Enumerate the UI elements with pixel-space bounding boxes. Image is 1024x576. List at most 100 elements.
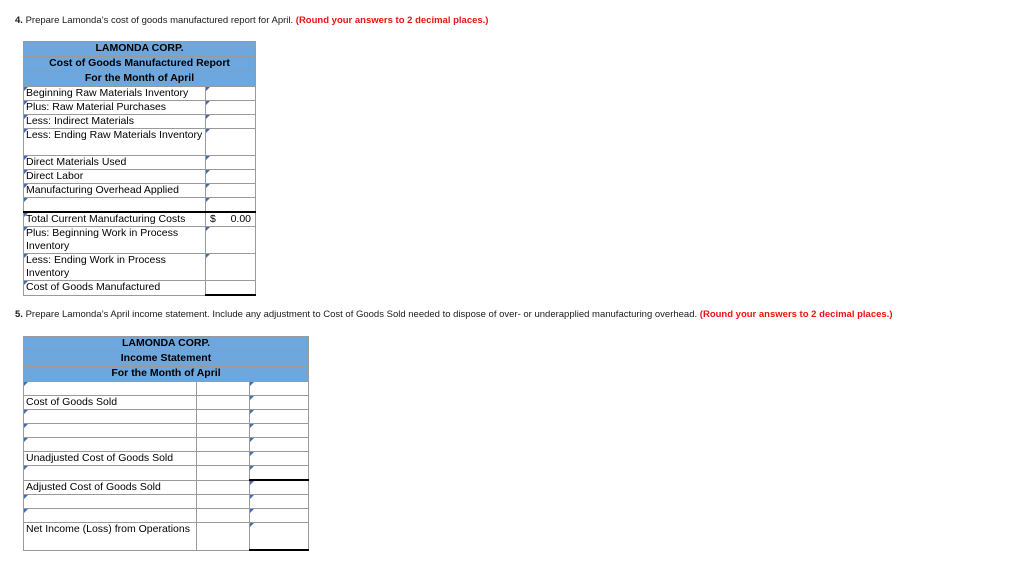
cogm-value-cell[interactable] — [205, 100, 256, 115]
cogm-row-label: Manufacturing Overhead Applied — [23, 183, 206, 198]
cogm-row: Beginning Raw Materials Inventory — [23, 86, 256, 101]
cogm-row-label: Plus: Beginning Work in Process Inventor… — [23, 226, 206, 254]
income-statement-row-label — [23, 465, 197, 481]
cogm-row-label: Beginning Raw Materials Inventory — [23, 86, 206, 101]
income-statement-title-row: Income Statement — [23, 351, 309, 367]
income-statement-title-row: For the Month of April — [23, 366, 309, 382]
income-statement-value-cell-2[interactable] — [249, 465, 309, 481]
income-statement-value-cell-1[interactable] — [196, 479, 250, 495]
income-statement-row — [23, 381, 309, 396]
income-statement-row — [23, 494, 309, 509]
cell-comment-tick-icon — [24, 170, 28, 174]
cell-comment-tick-icon — [250, 424, 254, 428]
cost-of-goods-manufactured-table[interactable]: LAMONDA CORP. Cost of Goods Manufactured … — [23, 41, 256, 296]
cell-comment-tick-icon — [24, 156, 28, 160]
income-statement-title-line-3: For the Month of April — [23, 366, 309, 382]
income-statement-row-label: Adjusted Cost of Goods Sold — [23, 479, 197, 495]
cogm-row: Less: Ending Raw Materials Inventory — [23, 128, 256, 156]
cell-comment-tick-icon — [24, 129, 28, 133]
cogm-value-cell[interactable] — [205, 114, 256, 129]
question-4-rounding-note: (Round your answers to 2 decimal places.… — [295, 15, 489, 26]
income-statement-row: Unadjusted Cost of Goods Sold — [23, 451, 309, 466]
cell-comment-tick-icon — [24, 281, 28, 285]
cogm-value-cell[interactable] — [205, 280, 256, 296]
cogm-value-cell[interactable] — [205, 183, 256, 198]
cogm-row-label: Direct Labor — [23, 169, 206, 184]
cell-comment-tick-icon — [250, 410, 254, 414]
cogm-row-label: Total Current Manufacturing Costs — [23, 211, 206, 227]
cogm-value-cell[interactable] — [205, 128, 256, 156]
income-statement-row: Cost of Goods Sold — [23, 395, 309, 410]
income-statement-value-cell-2[interactable] — [249, 437, 309, 452]
income-statement-value-cell-1[interactable] — [196, 508, 250, 523]
cogm-title-row: Cost of Goods Manufactured Report — [23, 56, 256, 72]
income-statement-value-cell-2[interactable] — [249, 381, 309, 396]
income-statement-value-cell-1[interactable] — [196, 395, 250, 410]
question-5-text: Prepare Lamonda’s April income statement… — [25, 309, 698, 320]
cell-comment-tick-icon — [24, 198, 28, 202]
cell-comment-tick-icon — [206, 87, 210, 91]
cell-comment-tick-icon — [206, 254, 210, 258]
income-statement-value-cell-2[interactable] — [249, 479, 309, 495]
cell-comment-tick-icon — [250, 481, 254, 485]
cell-comment-tick-icon — [250, 523, 254, 527]
income-statement-value-cell-1[interactable] — [196, 409, 250, 424]
income-statement-value-cell-2[interactable] — [249, 494, 309, 509]
income-statement-value-cell-1[interactable] — [196, 494, 250, 509]
income-statement-value-cell-1[interactable] — [196, 465, 250, 481]
cogm-row: Less: Indirect Materials — [23, 114, 256, 129]
income-statement-value-cell-2[interactable] — [249, 395, 309, 410]
cogm-row: Manufacturing Overhead Applied — [23, 183, 256, 198]
cogm-row: Direct Labor — [23, 169, 256, 184]
cell-comment-tick-icon — [206, 156, 210, 160]
cogm-value-cell[interactable]: $0.00 — [205, 211, 256, 227]
income-statement-row-label — [23, 494, 197, 509]
cogm-row-label: Less: Ending Raw Materials Inventory — [23, 128, 206, 156]
income-statement-row — [23, 423, 309, 438]
cell-comment-tick-icon — [206, 115, 210, 119]
cogm-value-cell[interactable] — [205, 197, 256, 213]
income-statement-value-cell-2[interactable] — [249, 409, 309, 424]
income-statement-value-cell-2[interactable] — [249, 451, 309, 466]
cogm-value-cell[interactable] — [205, 226, 256, 254]
income-statement-value-cell-1[interactable] — [196, 522, 250, 551]
cogm-value-cell[interactable] — [205, 253, 256, 281]
question-4-prompt: 4. Prepare Lamonda’s cost of goods manuf… — [15, 15, 488, 27]
cell-comment-tick-icon — [24, 410, 28, 414]
income-statement-title-line-1: LAMONDA CORP. — [23, 336, 309, 352]
income-statement-value-cell-2[interactable] — [249, 522, 309, 551]
income-statement-value-cell-1[interactable] — [196, 437, 250, 452]
income-statement-row-label — [23, 437, 197, 452]
cogm-title-line-1: LAMONDA CORP. — [23, 41, 256, 57]
cogm-row — [23, 197, 256, 213]
income-statement-value-cell-2[interactable] — [249, 508, 309, 523]
cogm-value-cell[interactable] — [205, 169, 256, 184]
income-statement-value-cell-1[interactable] — [196, 381, 250, 396]
question-5-prompt: 5. Prepare Lamonda’s April income statem… — [15, 309, 893, 321]
cell-comment-tick-icon — [206, 129, 210, 133]
income-statement-value-cell-1[interactable] — [196, 451, 250, 466]
cell-comment-tick-icon — [206, 227, 210, 231]
cell-comment-tick-icon — [250, 495, 254, 499]
question-5-number: 5. — [15, 309, 23, 320]
income-statement-row-label: Cost of Goods Sold — [23, 395, 197, 410]
cogm-row: Direct Materials Used — [23, 155, 256, 170]
cell-comment-tick-icon — [24, 438, 28, 442]
cogm-row-label: Less: Ending Work in Process Inventory — [23, 253, 206, 281]
cogm-value-cell[interactable] — [205, 86, 256, 101]
question-4-text: Prepare Lamonda’s cost of goods manufact… — [25, 15, 294, 26]
income-statement-row: Net Income (Loss) from Operations — [23, 522, 309, 551]
cell-comment-tick-icon — [206, 184, 210, 188]
cogm-title-row: For the Month of April — [23, 71, 256, 87]
cell-comment-tick-icon — [24, 227, 28, 231]
income-statement-value-cell-2[interactable] — [249, 423, 309, 438]
income-statement-table[interactable]: LAMONDA CORP. Income Statement For the Mon… — [23, 336, 309, 551]
cell-comment-tick-icon — [206, 198, 210, 202]
cell-comment-tick-icon — [24, 184, 28, 188]
income-statement-value-cell-1[interactable] — [196, 423, 250, 438]
income-statement-row-label — [23, 409, 197, 424]
cogm-value-amount: 0.00 — [230, 213, 251, 225]
cogm-value-cell[interactable] — [205, 155, 256, 170]
income-statement-row — [23, 465, 309, 481]
question-4-number: 4. — [15, 15, 23, 26]
